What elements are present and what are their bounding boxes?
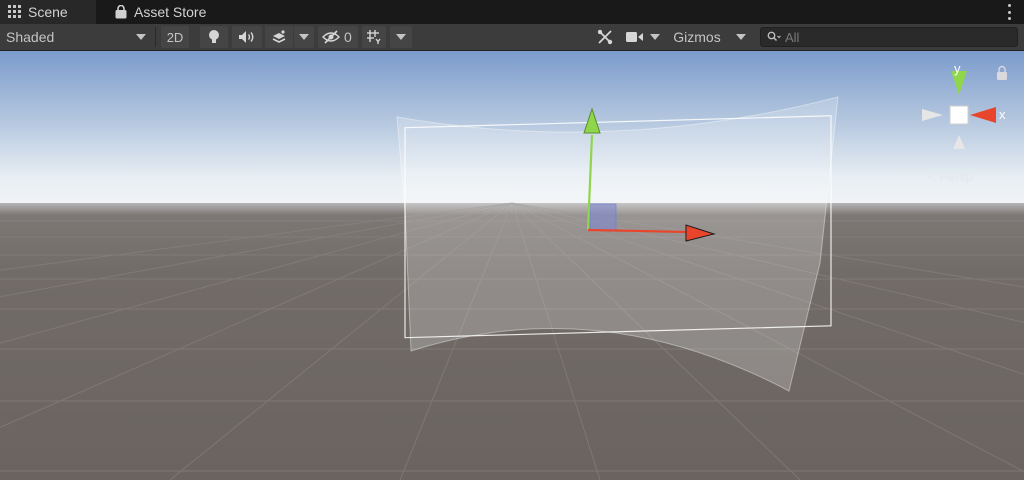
more-options-icon[interactable]: [1008, 4, 1012, 20]
toolbar-divider: [155, 27, 156, 47]
projection-toggle-label[interactable]: < Persp: [928, 169, 973, 184]
shopping-bag-icon: [114, 5, 128, 19]
window-tab-bar: Scene Asset Store: [0, 0, 1024, 24]
gizmos-label: Gizmos: [673, 29, 721, 45]
draw-mode-dropdown[interactable]: Shaded: [0, 26, 154, 48]
gizmo-center-cube: [949, 105, 969, 125]
hidden-eye-icon: [322, 30, 340, 44]
effects-layers-icon: [272, 30, 286, 43]
gizmos-button[interactable]: Gizmos: [666, 26, 728, 48]
search-icon: [767, 31, 781, 42]
grid-dropdown-button[interactable]: [390, 26, 412, 48]
tab-scene[interactable]: Scene: [0, 0, 96, 24]
toggle-2d-button[interactable]: 2D: [161, 26, 189, 48]
effects-dropdown-button[interactable]: [294, 26, 314, 48]
camera-settings-dropdown[interactable]: [622, 26, 664, 48]
chevron-down-icon: [650, 34, 660, 40]
toggle-2d-label: 2D: [166, 29, 184, 45]
grid-snap-icon: [367, 30, 381, 44]
plane-handle-xy: [589, 203, 617, 231]
chevron-down-icon: [736, 34, 746, 40]
draw-mode-value: Shaded: [6, 29, 55, 45]
scene-toolbar: Shaded 2D 0 Gizmos: [0, 24, 1024, 51]
scene-viewport[interactable]: y x < Persp: [0, 51, 1024, 480]
tab-asset-store[interactable]: Asset Store: [106, 0, 226, 24]
gizmos-dropdown-button[interactable]: [730, 26, 752, 48]
scene-lighting-button[interactable]: [200, 26, 228, 48]
scene-audio-button[interactable]: [232, 26, 262, 48]
scene-effects-button[interactable]: [265, 26, 293, 48]
chevron-down-icon: [299, 34, 309, 40]
chevron-down-icon: [136, 34, 146, 40]
scene-canvas: y x: [0, 51, 1024, 480]
chevron-down-icon: [396, 34, 406, 40]
scene-search-field[interactable]: [760, 27, 1018, 47]
grid-icon: [8, 5, 22, 19]
search-input[interactable]: [785, 29, 1005, 45]
speaker-icon: [239, 31, 254, 43]
tools-wrench-icon: [597, 29, 613, 45]
gizmo-y-label: y: [954, 61, 961, 76]
video-camera-icon: [626, 32, 643, 42]
scene-visibility-button[interactable]: 0: [318, 26, 358, 48]
grid-snap-button[interactable]: [362, 26, 386, 48]
tools-button[interactable]: [592, 26, 618, 48]
hidden-object-count: 0: [344, 29, 352, 45]
gizmo-x-label: x: [999, 107, 1006, 122]
tab-scene-label: Scene: [28, 4, 68, 20]
tab-asset-store-label: Asset Store: [134, 4, 207, 20]
lightbulb-icon: [209, 30, 219, 43]
